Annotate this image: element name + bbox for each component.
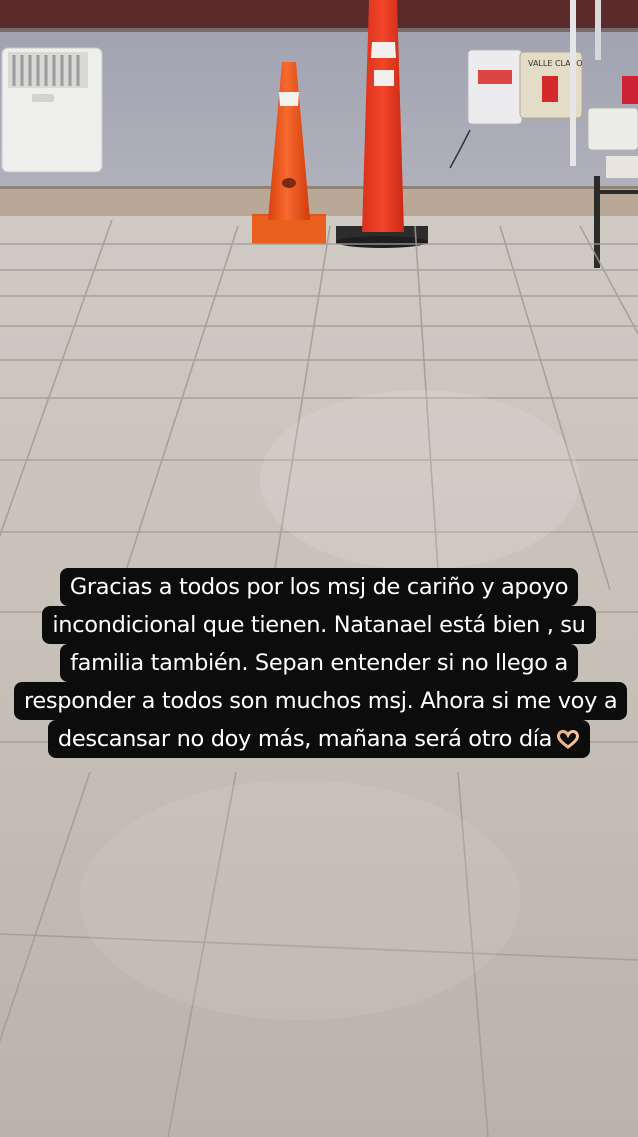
story-scene: VALLE CLARO Gracias a todos por los msj … xyxy=(0,0,638,1137)
caption-line-3: familia también. Sepan entender si no ll… xyxy=(60,644,578,682)
caption-line-4: responder a todos son muchos msj. Ahora … xyxy=(14,682,628,720)
heart-hands-icon xyxy=(557,730,580,749)
caption-line-1: Gracias a todos por los msj de cariño y … xyxy=(59,568,579,606)
caption-line-2: incondicional que tienen. Natanael está … xyxy=(42,606,596,644)
story-caption: Gracias a todos por los msj de cariño y … xyxy=(14,568,628,758)
caption-line-5-text: descansar no doy más, mañana será otro d… xyxy=(57,726,553,752)
caption-line-5: descansar no doy más, mañana será otro d… xyxy=(47,720,591,758)
